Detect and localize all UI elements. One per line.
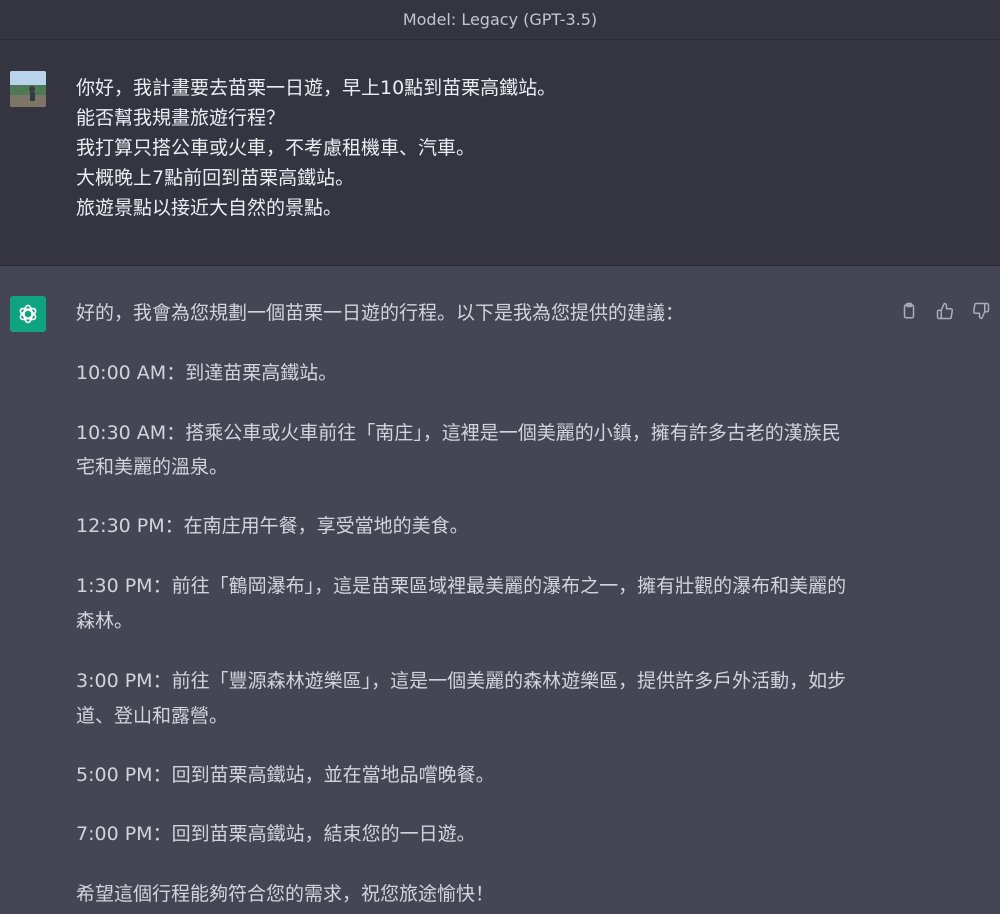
itinerary-text-continued: 宅和美麗的溫泉。: [76, 456, 229, 478]
itinerary-item: 10:30 AM：搭乘公車或火車前往「南庄」，這裡是一個美麗的小鎮，擁有許多古老…: [76, 421, 841, 445]
itinerary-time: 3:00 PM: [76, 670, 153, 692]
itinerary-time: 5:00 PM: [76, 764, 153, 786]
itinerary-text: ：在南庄用午餐，享受當地的美食。: [164, 515, 469, 537]
itinerary-item: 5:00 PM：回到苗栗高鐵站，並在當地品嚐晚餐。: [76, 763, 495, 787]
model-label: Model: Legacy (GPT-3.5): [402, 10, 598, 29]
user-message: 你好，我計畫要去苗栗一日遊，早上10點到苗栗高鐵站。 能否幫我規畫旅遊行程？ 我…: [0, 40, 1000, 266]
itinerary-text-continued: 道、登山和露營。: [76, 705, 229, 727]
itinerary-text: ：搭乘公車或火車前往「南庄」，這裡是一個美麗的小鎮，擁有許多古老的漢族民: [166, 422, 841, 444]
user-message-line: 旅遊景點以接近大自然的景點。: [76, 197, 343, 219]
user-avatar: [10, 71, 46, 107]
itinerary-text: ：前往「豐源森林遊樂區」，這是一個美麗的森林遊樂區，提供許多戶外活動，如步: [152, 670, 847, 692]
clipboard-icon[interactable]: [898, 300, 920, 322]
itinerary-text: ：前往「鶴岡瀑布」，這是苗栗區域裡最美麗的瀑布之一，擁有壯觀的瀑布和美麗的: [152, 575, 847, 597]
itinerary-item: 1:30 PM：前往「鶴岡瀑布」，這是苗栗區域裡最美麗的瀑布之一，擁有壯觀的瀑布…: [76, 574, 846, 598]
itinerary-item: 10:00 AM：到達苗栗高鐵站。: [76, 361, 337, 385]
openai-logo-icon: [10, 296, 46, 332]
itinerary-item: 7:00 PM：回到苗栗高鐵站，結束您的一日遊。: [76, 822, 476, 846]
thumbs-down-icon[interactable]: [970, 300, 992, 322]
itinerary-time: 10:30 AM: [76, 422, 167, 444]
itinerary-time: 7:00 PM: [76, 823, 153, 845]
itinerary-text: ：到達苗栗高鐵站。: [166, 362, 338, 384]
assistant-message: 好的，我會為您規劃一個苗栗一日遊的行程。以下是我為您提供的建議： 10:00 A…: [0, 266, 1000, 914]
user-message-line: 我打算只搭公車或火車，不考慮租機車、汽車。: [76, 137, 476, 159]
itinerary-time: 10:00 AM: [76, 362, 167, 384]
itinerary-text: ：回到苗栗高鐵站，並在當地品嚐晚餐。: [152, 764, 495, 786]
itinerary-text: ：回到苗栗高鐵站，結束您的一日遊。: [152, 823, 476, 845]
itinerary-item: 3:00 PM：前往「豐源森林遊樂區」，這是一個美麗的森林遊樂區，提供許多戶外活…: [76, 669, 846, 693]
itinerary-time: 1:30 PM: [76, 575, 153, 597]
message-actions: [898, 300, 992, 322]
itinerary-item: 12:30 PM：在南庄用午餐，享受當地的美食。: [76, 514, 469, 538]
user-message-line: 能否幫我規畫旅遊行程？: [76, 107, 286, 129]
itinerary-text-continued: 森林。: [76, 610, 134, 632]
assistant-closing: 希望這個行程能夠符合您的需求，祝您旅途愉快！: [76, 883, 495, 905]
user-message-line: 大概晚上7點前回到苗栗高鐵站。: [76, 167, 355, 189]
user-message-line: 你好，我計畫要去苗栗一日遊，早上10點到苗栗高鐵站。: [76, 77, 557, 99]
itinerary-time: 12:30 PM: [76, 515, 165, 537]
assistant-intro: 好的，我會為您規劃一個苗栗一日遊的行程。以下是我為您提供的建議：: [76, 302, 685, 324]
thumbs-up-icon[interactable]: [934, 300, 956, 322]
model-label-bar: Model: Legacy (GPT-3.5): [0, 0, 1000, 40]
